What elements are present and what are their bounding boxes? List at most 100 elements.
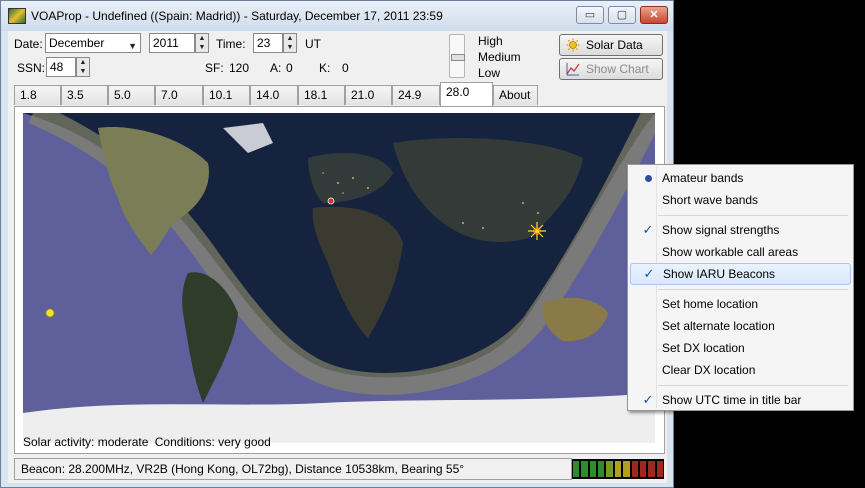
spin-up-icon[interactable]: ▲: [196, 34, 208, 43]
sun-position-marker: [45, 308, 55, 318]
window-title: VOAProp - Undefined ((Spain: Madrid)) - …: [31, 9, 443, 23]
tab-18-1[interactable]: 18.1: [298, 85, 345, 105]
show-chart-label: Show Chart: [586, 62, 649, 76]
year-stepper[interactable]: ▲ ▼: [195, 33, 209, 53]
maximize-button[interactable]: ▢: [608, 6, 636, 24]
time-label: Time:: [216, 37, 246, 51]
signal-strength-meter: [572, 459, 664, 479]
k-value: 0: [342, 61, 349, 75]
ssn-stepper[interactable]: ▲ ▼: [76, 57, 90, 77]
meter-segment: [581, 461, 588, 477]
spin-down-icon[interactable]: ▼: [77, 67, 89, 76]
menu-item-show-workable-call-areas[interactable]: Show workable call areas: [630, 241, 851, 263]
menu-item-set-home-location[interactable]: Set home location: [630, 293, 851, 315]
checkmark-icon: ✓: [642, 392, 654, 407]
month-dropdown[interactable]: December ▼: [45, 33, 141, 53]
time-unit: UT: [305, 37, 321, 51]
propagation-map[interactable]: [23, 113, 655, 443]
sensitivity-slider[interactable]: [449, 34, 465, 78]
menu-item-label: Set DX location: [662, 341, 745, 355]
slider-thumb[interactable]: [451, 54, 465, 61]
home-location-marker[interactable]: [327, 197, 335, 205]
tab-10-1[interactable]: 10.1: [203, 85, 250, 105]
meter-segment: [598, 461, 605, 477]
a-label: A:: [270, 61, 282, 75]
meter-segment: [639, 461, 647, 477]
client-area: Date: December ▼ 2011 ▲ ▼ Time: 23 ▲ ▼ UT …: [8, 31, 667, 483]
beacon-status-bar: Beacon: 28.200MHz, VR2B (Hong Kong, OL72…: [14, 458, 572, 480]
chart-icon: [566, 63, 580, 76]
menu-item-label: Amateur bands: [662, 171, 744, 185]
meter-segment: [589, 461, 597, 477]
show-chart-button[interactable]: Show Chart: [559, 58, 663, 80]
k-label: K:: [319, 61, 331, 75]
menu-item-label: Show IARU Beacons: [663, 267, 776, 281]
tab-14-0[interactable]: 14.0: [250, 85, 298, 105]
tab-28-0[interactable]: 28.0: [440, 82, 493, 106]
conditions-label: Conditions:: [154, 435, 215, 449]
minimize-button[interactable]: ▭: [576, 6, 604, 24]
menu-item-amateur-bands[interactable]: Amateur bands: [630, 167, 851, 189]
hour-stepper[interactable]: ▲ ▼: [283, 33, 297, 53]
checkmark-icon: ✓: [643, 266, 655, 281]
level-low: Low: [478, 66, 501, 80]
solar-activity-value: moderate: [97, 435, 149, 449]
tab-7-0[interactable]: 7.0: [155, 85, 203, 105]
spin-down-icon[interactable]: ▼: [196, 43, 208, 52]
meter-segment: [573, 461, 580, 477]
solar-data-button[interactable]: Solar Data: [559, 34, 663, 56]
chevron-down-icon: ▼: [128, 41, 137, 51]
menu-item-set-dx-location[interactable]: Set DX location: [630, 337, 851, 359]
menu-item-short-wave-bands[interactable]: Short wave bands: [630, 189, 851, 211]
menu-separator: [658, 289, 848, 290]
close-button[interactable]: ✕: [640, 6, 668, 24]
checkmark-icon: ✓: [642, 222, 654, 237]
spin-up-icon[interactable]: ▲: [77, 58, 89, 67]
world-map-svg: [23, 113, 655, 443]
menu-item-show-signal-strengths[interactable]: ✓ Show signal strengths: [630, 219, 851, 241]
meter-segment: [656, 461, 663, 477]
australia: [542, 297, 608, 342]
solar-data-label: Solar Data: [586, 38, 643, 52]
level-medium: Medium: [478, 50, 521, 64]
year-input[interactable]: 2011: [149, 33, 195, 53]
conditions-value: very good: [218, 435, 271, 449]
context-menu: Amateur bands Short wave bands ✓ Show si…: [627, 164, 854, 411]
sun-icon: [566, 38, 580, 52]
hour-input[interactable]: 23: [253, 33, 283, 53]
menu-separator: [658, 215, 848, 216]
menu-item-label: Set home location: [662, 297, 759, 311]
meter-segment: [606, 461, 613, 477]
menu-item-set-alternate-location[interactable]: Set alternate location: [630, 315, 851, 337]
spin-up-icon[interactable]: ▲: [284, 34, 296, 43]
tab-about[interactable]: About: [493, 85, 538, 105]
menu-item-clear-dx-location[interactable]: Clear DX location: [630, 359, 851, 381]
ssn-input[interactable]: 48: [46, 57, 76, 77]
date-label: Date:: [14, 37, 43, 51]
menu-item-label: Set alternate location: [662, 319, 775, 333]
tab-1-8[interactable]: 1.8: [14, 85, 61, 105]
spin-down-icon[interactable]: ▼: [284, 43, 296, 52]
sf-label: SF:: [205, 61, 224, 75]
meter-segment: [631, 461, 638, 477]
month-value: December: [49, 36, 105, 50]
title-bar[interactable]: VOAProp - Undefined ((Spain: Madrid)) - …: [1, 1, 673, 31]
sf-value: 120: [229, 61, 250, 75]
solar-activity-label: Solar activity:: [23, 435, 95, 449]
app-icon: [8, 8, 26, 24]
tab-3-5[interactable]: 3.5: [61, 85, 108, 105]
tab-24-9[interactable]: 24.9: [392, 85, 440, 105]
menu-separator: [658, 385, 848, 386]
meter-segment: [623, 461, 630, 477]
menu-item-label: Clear DX location: [662, 363, 756, 377]
menu-item-label: Show signal strengths: [662, 223, 780, 237]
menu-item-show-utc-time[interactable]: ✓ Show UTC time in title bar: [630, 389, 851, 411]
level-high: High: [478, 34, 503, 48]
meter-segment: [614, 461, 622, 477]
menu-item-label: Show UTC time in title bar: [662, 393, 802, 407]
menu-item-show-iaru-beacons[interactable]: ✓ Show IARU Beacons: [630, 263, 851, 285]
meter-segment: [648, 461, 655, 477]
tab-5-0[interactable]: 5.0: [108, 85, 155, 105]
tab-21-0[interactable]: 21.0: [345, 85, 392, 105]
conditions-line: Solar activity: moderate Conditions: ver…: [23, 435, 271, 449]
